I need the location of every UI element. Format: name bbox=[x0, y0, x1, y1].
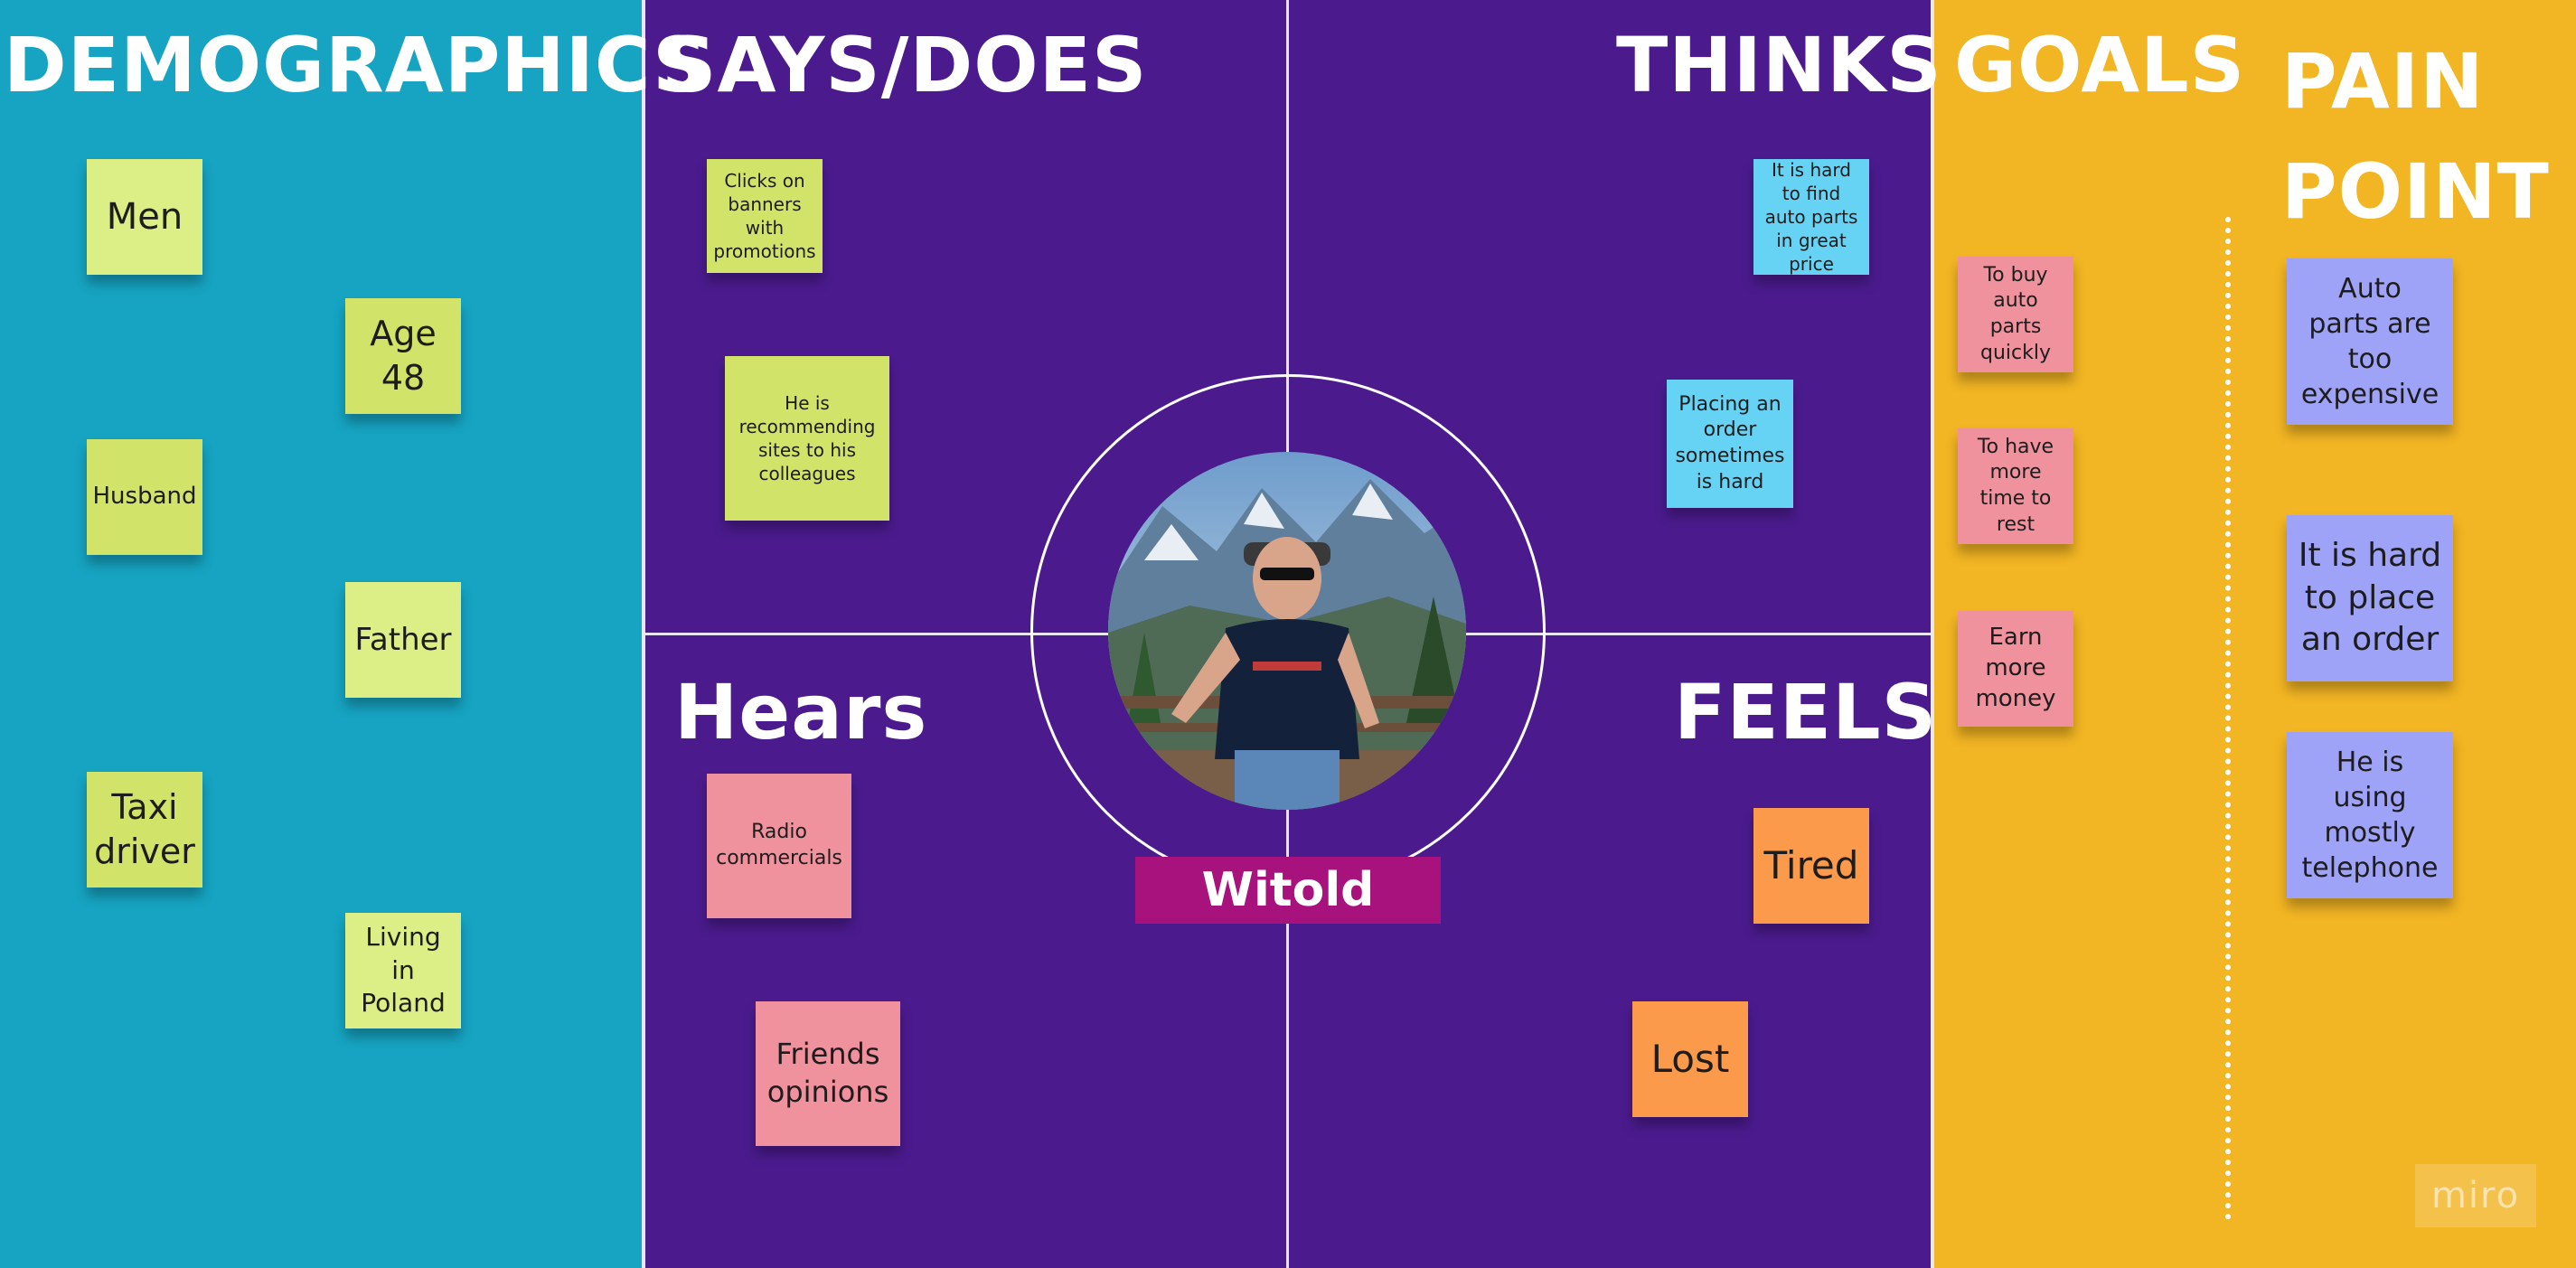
sticky-note-living-in-poland[interactable]: Living in Poland bbox=[345, 913, 461, 1028]
sticky-note-earn-money[interactable]: Earn more money bbox=[1958, 611, 2073, 727]
sticky-note-placing-order[interactable]: Placing an order sometimes is hard bbox=[1667, 380, 1793, 508]
sticky-note-recommending-sites[interactable]: He is recommending sites to his colleagu… bbox=[725, 356, 889, 521]
goals-heading: GOALS bbox=[1954, 21, 2246, 109]
sticky-note-buy-parts-quickly[interactable]: To buy auto parts quickly bbox=[1958, 257, 2073, 372]
goals-pain-separator bbox=[2225, 217, 2231, 1220]
says-does-heading: SAYS/DOES bbox=[662, 21, 1148, 109]
feels-heading: FEELS bbox=[1674, 668, 1938, 756]
pain-point-heading: PAIN POINT bbox=[2281, 37, 2550, 236]
sticky-note-lost[interactable]: Lost bbox=[1632, 1001, 1748, 1117]
thinks-heading: THINKS bbox=[1616, 21, 1942, 109]
sticky-note-hard-find-parts[interactable]: It is hard to find auto parts in great p… bbox=[1753, 159, 1869, 275]
sticky-note-tired[interactable]: Tired bbox=[1753, 808, 1869, 924]
sticky-note-radio-commercials[interactable]: Radio commercials bbox=[707, 774, 851, 918]
sticky-note-men[interactable]: Men bbox=[87, 159, 202, 275]
hears-heading: Hears bbox=[674, 668, 928, 756]
sticky-note-using-telephone[interactable]: He is using mostly telephone bbox=[2287, 732, 2453, 898]
demographics-heading: DEMOGRAPHICS bbox=[4, 21, 709, 109]
miro-logo-icon: miro bbox=[2415, 1164, 2536, 1227]
column-divider-right bbox=[1931, 0, 1934, 1268]
sticky-note-more-time-rest[interactable]: To have more time to rest bbox=[1958, 428, 2073, 544]
persona-photo-icon bbox=[1108, 452, 1466, 810]
sticky-note-husband[interactable]: Husband bbox=[87, 439, 202, 555]
sticky-note-friends-opinions[interactable]: Friends opinions bbox=[756, 1001, 900, 1146]
sticky-note-age[interactable]: Age 48 bbox=[345, 298, 461, 414]
sticky-note-taxi-driver[interactable]: Taxi driver bbox=[87, 772, 202, 888]
sticky-note-parts-expensive[interactable]: Auto parts are too expensive bbox=[2287, 258, 2453, 425]
sticky-note-father[interactable]: Father bbox=[345, 582, 461, 698]
persona-avatar[interactable] bbox=[1108, 452, 1466, 810]
sticky-note-hard-place-order[interactable]: It is hard to place an order bbox=[2287, 515, 2453, 681]
sticky-note-clicks-banners[interactable]: Clicks on banners with promotions bbox=[707, 159, 823, 273]
persona-name: Witold bbox=[1135, 857, 1441, 924]
